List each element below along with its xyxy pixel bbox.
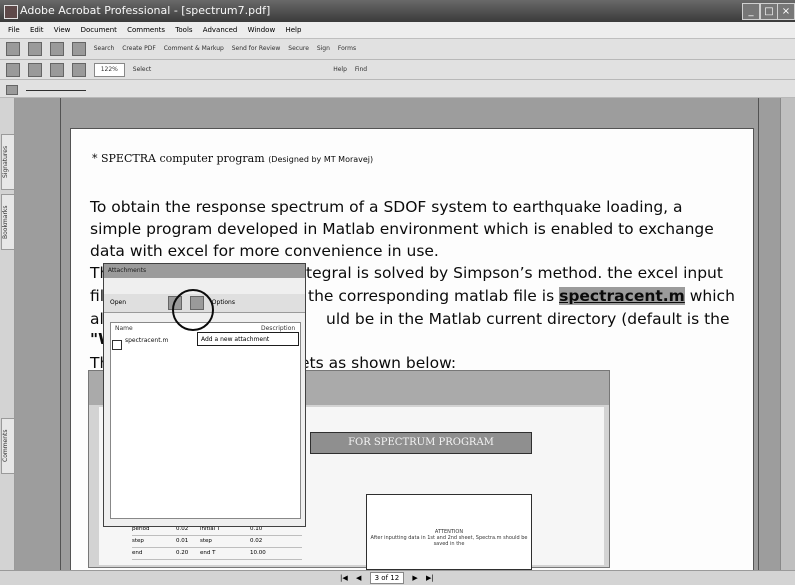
name-column-header[interactable]: Name bbox=[115, 325, 133, 332]
paragraph-line: simple program developed in Matlab envir… bbox=[90, 220, 714, 238]
menu-window[interactable]: Window bbox=[248, 26, 276, 34]
attachment-item[interactable]: spectracent.m bbox=[125, 337, 168, 344]
navigation-pane: Signatures Bookmarks Comments bbox=[0, 98, 15, 570]
paragraph-fragment: fil bbox=[90, 287, 105, 305]
file-icon bbox=[112, 340, 122, 350]
sign-button[interactable]: Sign bbox=[317, 39, 330, 59]
print-icon[interactable] bbox=[27, 41, 42, 56]
send-review-button[interactable]: Send for Review bbox=[232, 39, 281, 59]
highlight-circle bbox=[172, 289, 214, 331]
menu-advanced[interactable]: Advanced bbox=[203, 26, 238, 34]
menu-document[interactable]: Document bbox=[81, 26, 117, 34]
pencil-icon[interactable] bbox=[6, 84, 18, 95]
hand-tool-icon[interactable] bbox=[6, 62, 20, 77]
page-number-field[interactable]: 3 of 12 bbox=[369, 572, 405, 584]
attachments-panel-header: Attachments bbox=[104, 264, 305, 278]
options-button[interactable]: Options bbox=[212, 294, 235, 312]
open-attachment-button[interactable]: Open bbox=[110, 294, 126, 312]
table-row: end 0.20 end T 10.00 bbox=[132, 548, 302, 560]
find-button[interactable]: Find bbox=[355, 60, 367, 80]
attention-note: ATTENTION After inputting data in 1st an… bbox=[366, 494, 532, 570]
description-column-header[interactable]: Description bbox=[261, 325, 295, 332]
prev-page-button[interactable]: ◀ bbox=[356, 571, 361, 585]
open-icon[interactable] bbox=[6, 41, 20, 56]
create-pdf-button[interactable]: Create PDF bbox=[122, 39, 156, 59]
email-icon[interactable] bbox=[71, 41, 86, 56]
page-shadow-right bbox=[758, 98, 759, 570]
excel-banner: FOR SPECTRUM PROGRAM bbox=[310, 432, 532, 454]
menu-view[interactable]: View bbox=[54, 26, 71, 34]
paragraph-line: uld be in the Matlab current directory (… bbox=[326, 310, 730, 328]
heading-note: (Designed by MT Moravej) bbox=[268, 155, 374, 164]
maximize-button[interactable]: □ bbox=[760, 3, 778, 20]
paragraph-line: the corresponding matlab file is spectra… bbox=[308, 285, 735, 307]
highlighted-filename[interactable]: spectracent.m bbox=[559, 287, 685, 305]
next-page-button[interactable]: ▶ bbox=[412, 571, 417, 585]
secure-button[interactable]: Secure bbox=[288, 39, 309, 59]
menu-help[interactable]: Help bbox=[285, 26, 301, 34]
search-button[interactable]: Search bbox=[94, 39, 115, 59]
attachments-list: Name Description spectracent.m bbox=[110, 322, 301, 519]
snapshot-icon[interactable] bbox=[49, 62, 64, 77]
note-body: After inputting data in 1st and 2nd shee… bbox=[370, 535, 528, 547]
line-style-sample[interactable] bbox=[25, 89, 86, 91]
zoom-icon[interactable] bbox=[71, 62, 86, 77]
acrobat-app-icon bbox=[4, 5, 18, 19]
select-button[interactable]: Select bbox=[133, 60, 152, 80]
table-row: step 0.01 step 0.02 bbox=[132, 536, 302, 548]
first-page-button[interactable]: |◀ bbox=[340, 571, 348, 585]
menu-comments[interactable]: Comments bbox=[127, 26, 165, 34]
minimize-button[interactable]: _ bbox=[742, 3, 760, 20]
program-heading: * SPECTRA computer program (Designed by … bbox=[92, 152, 373, 165]
signatures-tab[interactable]: Signatures bbox=[1, 134, 15, 190]
toolbar-navigation: 122% Select Help Find bbox=[0, 60, 795, 80]
paragraph-line: tegral is solved by Simpson’s method. th… bbox=[306, 264, 723, 282]
title-bar: Adobe Acrobat Professional - [spectrum7.… bbox=[0, 0, 795, 22]
bookmarks-tab[interactable]: Bookmarks bbox=[1, 194, 15, 250]
toolbar-tasks: Search Create PDF Comment & Markup Send … bbox=[0, 39, 795, 60]
status-bar: |◀ ◀ 3 of 12 ▶ ▶| bbox=[0, 570, 795, 585]
menu-tools[interactable]: Tools bbox=[175, 26, 192, 34]
close-button[interactable]: × bbox=[777, 3, 795, 20]
help-button[interactable]: Help bbox=[333, 60, 347, 80]
vertical-scrollbar[interactable] bbox=[780, 98, 795, 570]
paragraph-line: To obtain the response spectrum of a SDO… bbox=[90, 198, 683, 216]
page-shadow-left bbox=[60, 98, 61, 570]
comment-markup-button[interactable]: Comment & Markup bbox=[164, 39, 224, 59]
select-tool-icon[interactable] bbox=[27, 62, 42, 77]
comments-tab[interactable]: Comments bbox=[1, 418, 15, 474]
paragraph-fragment: al bbox=[90, 310, 104, 328]
text-segment: the corresponding matlab file is bbox=[308, 287, 560, 305]
save-icon[interactable] bbox=[49, 41, 64, 56]
excel-table: period 0.02 initial T 0.10 step 0.01 step 0.02… bbox=[132, 524, 302, 560]
paragraph-line: data with excel for more convenience in … bbox=[90, 242, 439, 260]
add-attachment-tooltip: Add a new attachment bbox=[197, 332, 299, 346]
last-page-button[interactable]: ▶| bbox=[426, 571, 434, 585]
menu-edit[interactable]: Edit bbox=[30, 26, 44, 34]
heading-main: * SPECTRA computer program bbox=[92, 152, 265, 165]
window-title: Adobe Acrobat Professional - [spectrum7.… bbox=[20, 4, 271, 17]
menu-file[interactable]: File bbox=[8, 26, 20, 34]
zoom-level-field[interactable]: 122% bbox=[93, 63, 125, 77]
forms-button[interactable]: Forms bbox=[338, 39, 356, 59]
toolbar-drawing bbox=[0, 80, 795, 98]
menu-bar: File Edit View Document Comments Tools A… bbox=[0, 22, 795, 39]
text-segment: which bbox=[684, 287, 735, 305]
